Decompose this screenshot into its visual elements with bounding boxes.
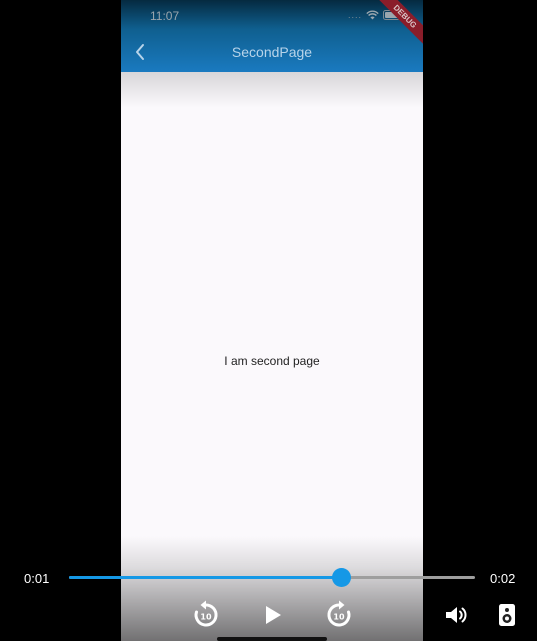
home-indicator: [217, 637, 327, 641]
signal-dots: ....: [347, 10, 362, 20]
page-title: SecondPage: [231, 44, 313, 60]
volume-button[interactable]: [441, 600, 471, 630]
total-duration: 0:02: [490, 571, 516, 586]
play-button[interactable]: [258, 600, 288, 630]
seek-bar-progress: [69, 576, 342, 579]
play-icon: [266, 606, 281, 624]
debug-banner: DEBUG: [372, 0, 423, 50]
current-time: 0:01: [24, 571, 50, 586]
rewind-10-button[interactable]: 10: [191, 600, 221, 630]
forward-10-icon: 10: [327, 600, 351, 627]
speaker-button[interactable]: [492, 600, 522, 630]
app-bar: 11:07 .... DEBUG SecondPage: [121, 0, 423, 72]
forward-seconds-label: 10: [333, 613, 345, 622]
status-time: 11:07: [150, 9, 180, 23]
wifi-icon: [366, 10, 379, 20]
forward-10-button[interactable]: 10: [324, 600, 354, 630]
volume-icon: [446, 607, 467, 623]
page-body-text: I am second page: [224, 354, 320, 368]
seek-bar[interactable]: [69, 568, 475, 587]
replay-10-icon: 10: [194, 600, 218, 627]
speaker-icon: [499, 604, 515, 626]
rewind-seconds-label: 10: [200, 613, 212, 622]
app-bar-shadow: [121, 72, 423, 108]
seek-bar-thumb[interactable]: [331, 568, 351, 587]
